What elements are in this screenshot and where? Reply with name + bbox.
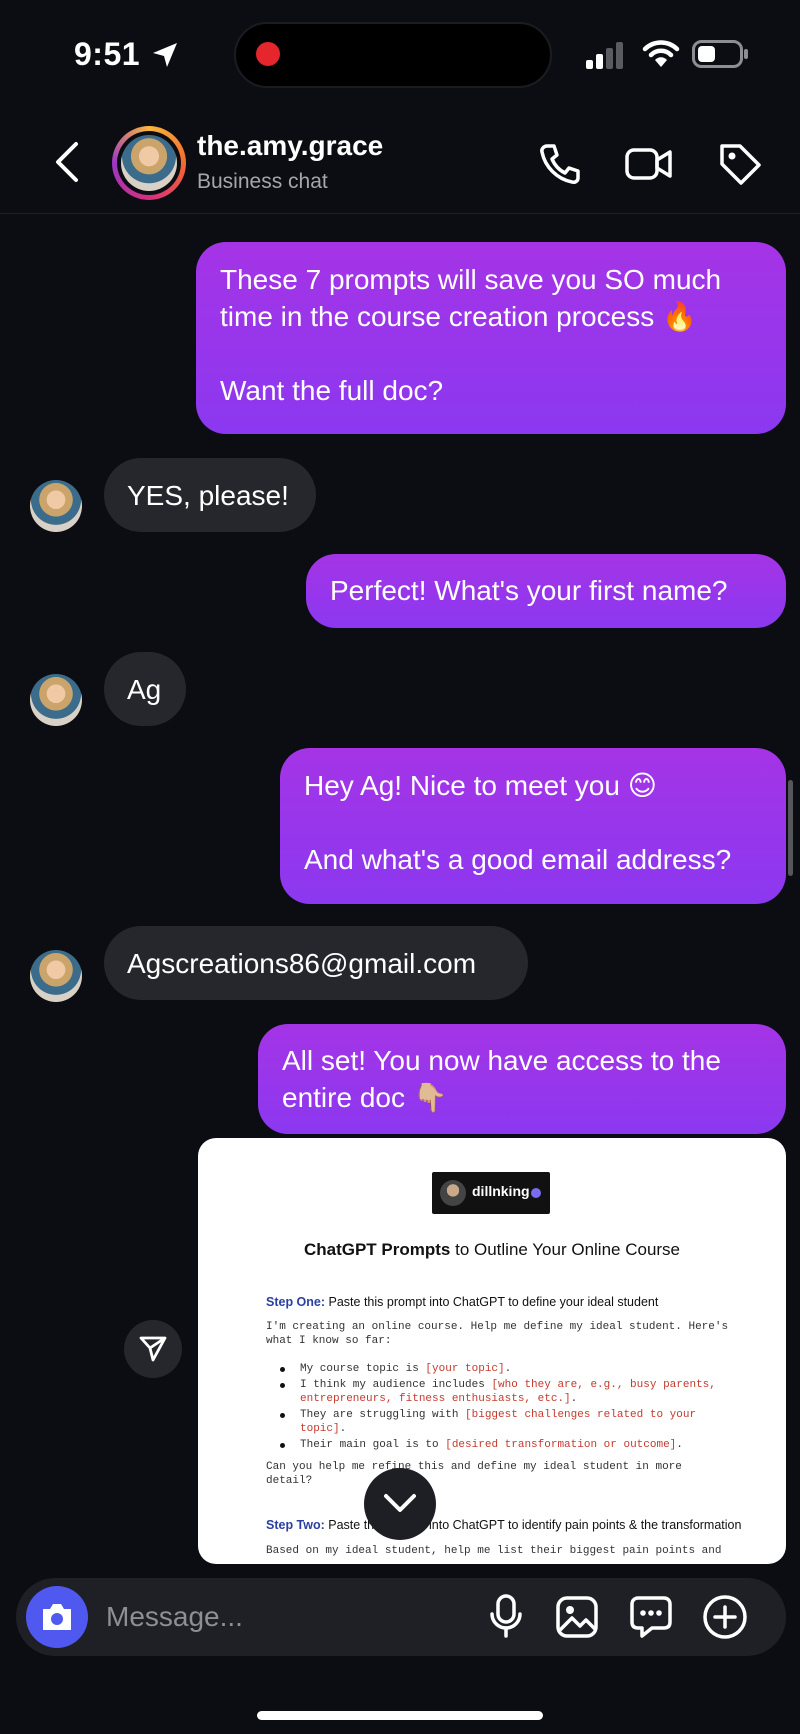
doc-text-line: detail?: [266, 1475, 313, 1487]
microphone-icon[interactable]: [488, 1594, 524, 1640]
paper-plane-icon: [139, 1336, 167, 1362]
doc-step-one: Step One: Paste this prompt into ChatGPT…: [266, 1295, 659, 1309]
back-chevron-icon[interactable]: [52, 140, 82, 184]
status-time: 9:51: [74, 36, 141, 72]
doc-title: ChatGPT Prompts to Outline Your Online C…: [303, 1240, 681, 1259]
doc-logo-avatar: [440, 1180, 466, 1206]
location-arrow-icon: [153, 43, 177, 67]
doc-bullet-line: entrepreneurs, fitness enthusiasts, etc.…: [300, 1393, 578, 1405]
chat-username[interactable]: the.amy.grace: [197, 130, 383, 162]
outgoing-message[interactable]: Perfect! What's your first name?: [306, 554, 786, 628]
scroll-to-bottom-button[interactable]: [364, 1468, 436, 1540]
doc-text-line: Can you help me refine this and define m…: [266, 1461, 682, 1473]
outgoing-message[interactable]: These 7 prompts will save you SO much ti…: [196, 242, 786, 434]
avatar[interactable]: [121, 135, 177, 191]
verified-badge-icon: [531, 1188, 541, 1198]
incoming-message[interactable]: Agscreations86@gmail.com: [104, 926, 528, 1000]
incoming-message[interactable]: Ag: [104, 652, 186, 726]
sender-avatar[interactable]: [30, 950, 82, 1002]
chat-subtitle: Business chat: [197, 170, 328, 193]
doc-bullet-line: They are struggling with [biggest challe…: [300, 1409, 697, 1421]
video-call-icon[interactable]: [624, 142, 674, 186]
wifi-icon: [642, 40, 680, 67]
shared-document-preview[interactable]: dillnking ChatGPT Prompts to Outline You…: [198, 1138, 786, 1564]
bullet: [280, 1383, 285, 1388]
scrollbar[interactable]: [788, 780, 793, 876]
camera-button[interactable]: [26, 1586, 88, 1648]
sender-avatar[interactable]: [30, 674, 82, 726]
doc-bullet-line: Their main goal is to [desired transform…: [300, 1439, 683, 1451]
doc-bullet-line: I think my audience includes [who they a…: [300, 1379, 716, 1391]
chevron-down-icon: [384, 1494, 416, 1512]
bullet: [280, 1443, 285, 1448]
message-input[interactable]: [104, 1594, 468, 1640]
recording-indicator-icon: [256, 42, 280, 66]
doc-text-line: Based on my ideal student, help me list …: [266, 1545, 722, 1557]
doc-text-line: I'm creating an online course. Help me d…: [266, 1321, 729, 1333]
cellular-signal-icon: [586, 42, 623, 69]
add-icon[interactable]: [702, 1594, 748, 1640]
camera-icon: [43, 1604, 71, 1630]
doc-bullet-line: My course topic is [your topic].: [300, 1363, 512, 1375]
doc-text-line: what I know so far:: [266, 1335, 392, 1347]
dynamic-island: [234, 22, 552, 88]
share-button[interactable]: [124, 1320, 182, 1378]
outgoing-message[interactable]: All set! You now have access to the enti…: [258, 1024, 786, 1134]
gallery-icon[interactable]: [556, 1596, 598, 1638]
outgoing-message[interactable]: Hey Ag! Nice to meet you 😊 And what's a …: [280, 748, 786, 904]
bullet: [280, 1367, 285, 1372]
home-indicator[interactable]: [257, 1711, 543, 1720]
incoming-message[interactable]: YES, please!: [104, 458, 316, 532]
sender-avatar[interactable]: [30, 480, 82, 532]
battery-icon: [692, 40, 748, 68]
sticker-chat-icon[interactable]: [628, 1594, 674, 1640]
tag-icon[interactable]: [716, 140, 764, 188]
phone-icon[interactable]: [538, 142, 582, 186]
bullet: [280, 1413, 285, 1418]
doc-bullet-line: topic].: [300, 1423, 347, 1435]
doc-logo-name: dillnking: [472, 1183, 530, 1199]
doc-step-two: Step Two: Paste this prompt into ChatGPT…: [266, 1518, 742, 1532]
